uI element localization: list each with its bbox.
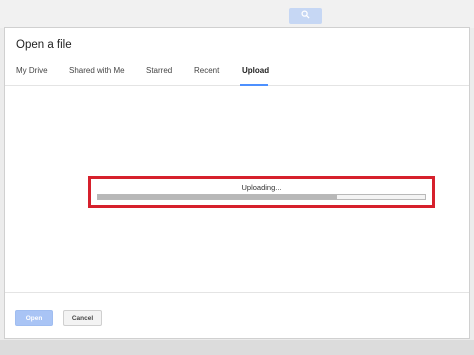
background-search-button: [289, 8, 322, 24]
tab-starred[interactable]: Starred: [146, 66, 172, 75]
search-icon: [301, 10, 310, 22]
open-button[interactable]: Open: [15, 310, 53, 326]
dialog-header: Open a file My Drive Shared with Me Star…: [5, 28, 469, 86]
tab-recent[interactable]: Recent: [194, 66, 219, 75]
tab-bar: My Drive Shared with Me Starred Recent U…: [5, 60, 469, 86]
cancel-button[interactable]: Cancel: [63, 310, 102, 326]
tab-upload[interactable]: Upload: [242, 66, 269, 75]
open-file-dialog: Open a file My Drive Shared with Me Star…: [4, 27, 470, 339]
background-toolbar: [0, 0, 474, 28]
upload-progress-panel: Uploading...: [88, 176, 435, 208]
upload-status-text: Uploading...: [241, 183, 282, 192]
background-footer: [0, 340, 474, 355]
dialog-title: Open a file: [16, 39, 72, 51]
active-tab-indicator: [240, 84, 268, 86]
page: Open a file My Drive Shared with Me Star…: [0, 0, 474, 355]
upload-progress-fill: [98, 195, 337, 199]
tab-my-drive[interactable]: My Drive: [16, 66, 48, 75]
upload-progress-bar: [97, 194, 426, 200]
dialog-footer: Open Cancel: [5, 292, 469, 339]
tab-shared-with-me[interactable]: Shared with Me: [69, 66, 125, 75]
